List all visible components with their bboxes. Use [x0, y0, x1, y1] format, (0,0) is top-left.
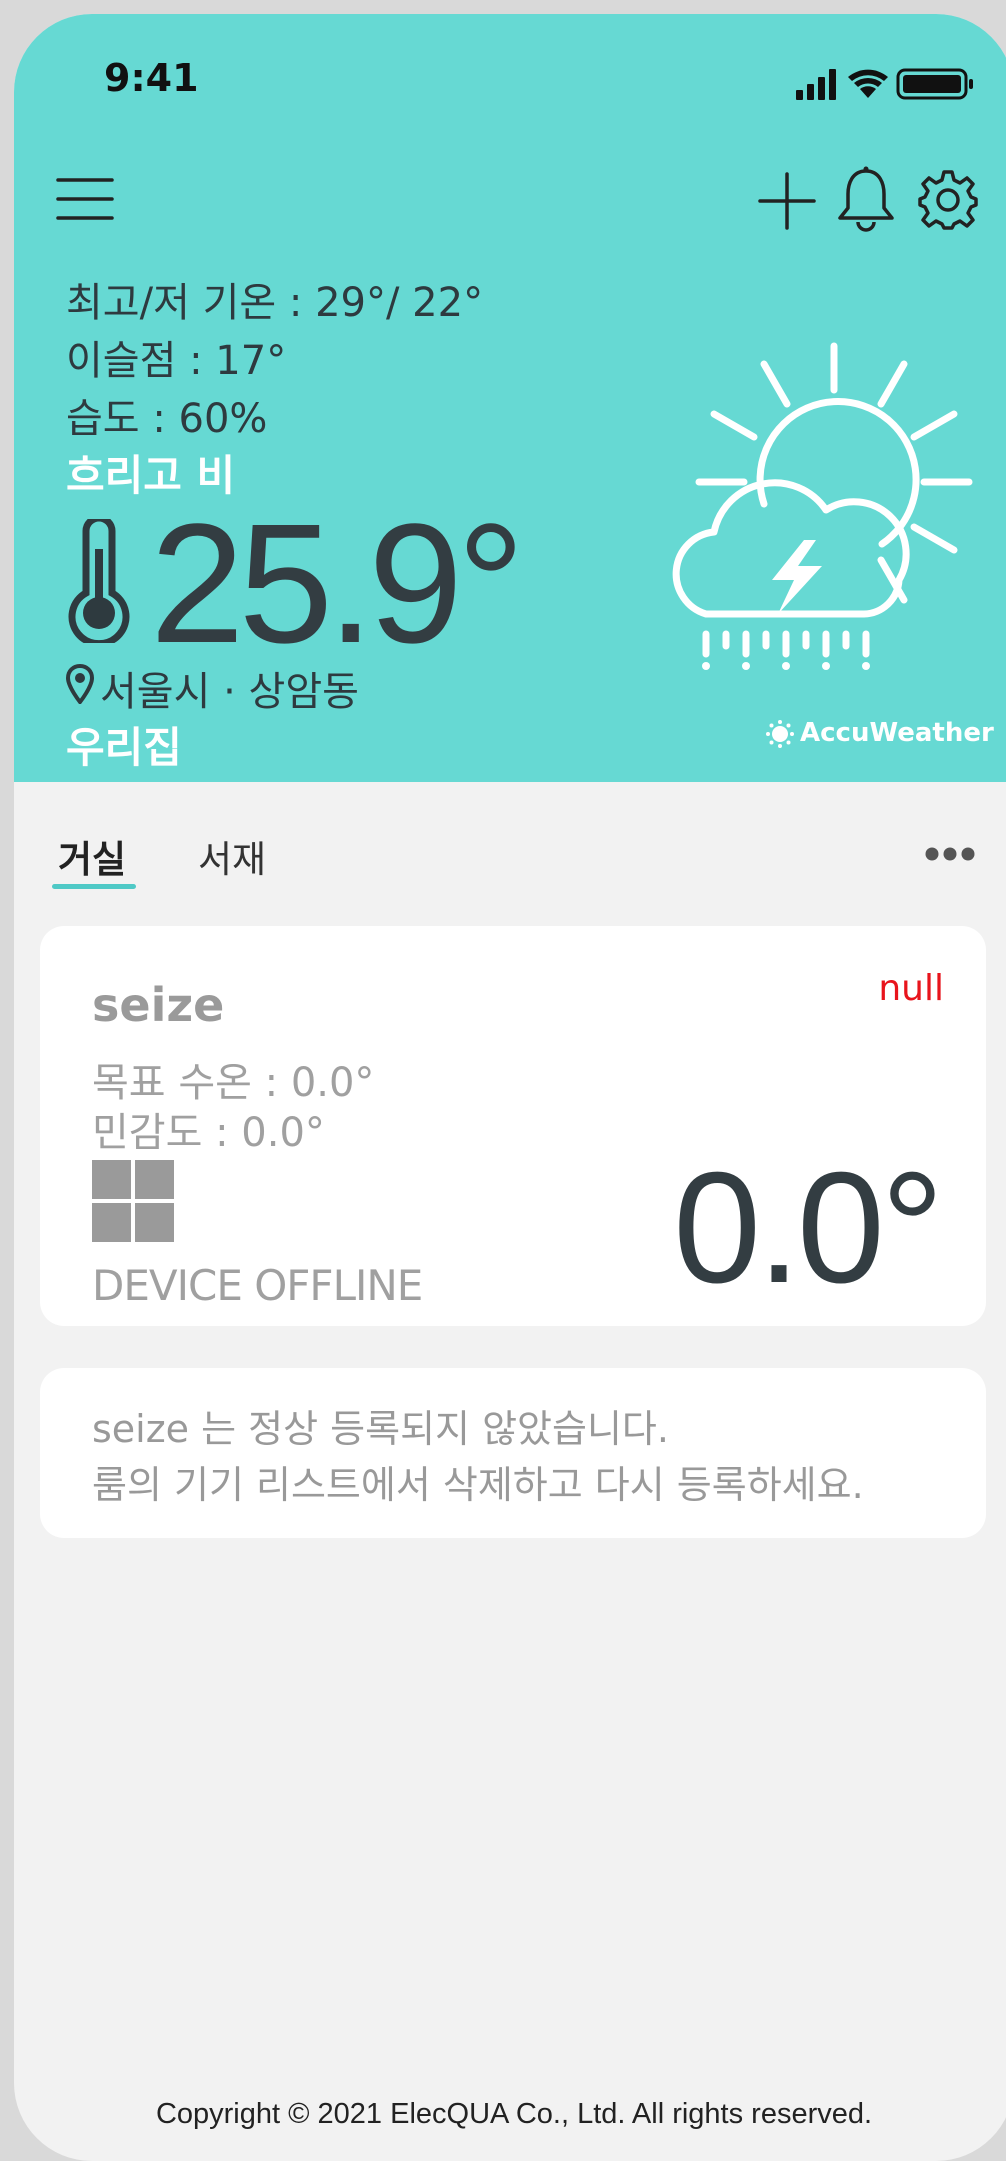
weather-provider: AccuWeather [800, 718, 994, 748]
gear-icon[interactable] [916, 168, 980, 232]
device-current-temp: 0.0° [673, 1140, 944, 1316]
battery-icon [896, 68, 973, 100]
signal-icon [796, 69, 836, 100]
device-connection-status: DEVICE OFFLINE [92, 1261, 423, 1310]
device-card[interactable]: seize null 목표 수온 : 0.0° 민감도 : 0.0° DEVIC… [40, 926, 986, 1326]
current-temperature: 25.9° [150, 489, 525, 679]
thermometer-icon [68, 519, 130, 643]
more-options-icon[interactable] [924, 846, 976, 862]
bell-icon[interactable] [836, 166, 896, 234]
status-time: 9:41 [104, 56, 199, 100]
dew-point: 이슬점 : 17° [66, 338, 287, 384]
sun-cloud-thunder-rain-icon [672, 342, 973, 670]
device-status: null [878, 968, 944, 1009]
sensitivity: 민감도 : 0.0° [92, 1110, 325, 1156]
device-grid-icon [92, 1160, 174, 1242]
tab-study[interactable]: 서재 [198, 829, 266, 883]
accuweather-logo-icon [766, 720, 794, 748]
phone-screen: 9:41 최고/저 기온: 29°/ 22° 이슬점: 17° 습도: 6… [14, 14, 1006, 2161]
status-icons [796, 68, 973, 100]
home-name: 우리집 [66, 723, 182, 772]
notice-line-1: seize 는 정상 등록되지 않았습니다. [92, 1407, 669, 1451]
weather-header: 9:41 최고/저 기온: 29°/ 22° 이슬점: 17° 습도: 6… [14, 14, 1006, 782]
add-icon[interactable] [758, 172, 816, 230]
wifi-icon [848, 69, 888, 98]
location-text: 서울시 · 상암동 [100, 669, 359, 715]
active-tab-indicator [52, 884, 136, 889]
location-pin-icon [66, 664, 94, 704]
notice-card: seize 는 정상 등록되지 않았습니다. 룸의 기기 리스트에서 삭제하고 … [40, 1368, 986, 1538]
device-name: seize [92, 978, 225, 1032]
notice-line-2: 룸의 기기 리스트에서 삭제하고 다시 등록하세요. [92, 1463, 864, 1507]
tab-living-room[interactable]: 거실 [58, 829, 126, 883]
humidity: 습도 : 60% [66, 396, 268, 442]
footer-copyright: Copyright © 2021 ElecQUA Co., Ltd. All r… [155, 2098, 873, 2130]
menu-icon[interactable] [56, 176, 116, 222]
high-low-temp: 최고/저 기온 : 29°/ 22° [66, 280, 484, 326]
